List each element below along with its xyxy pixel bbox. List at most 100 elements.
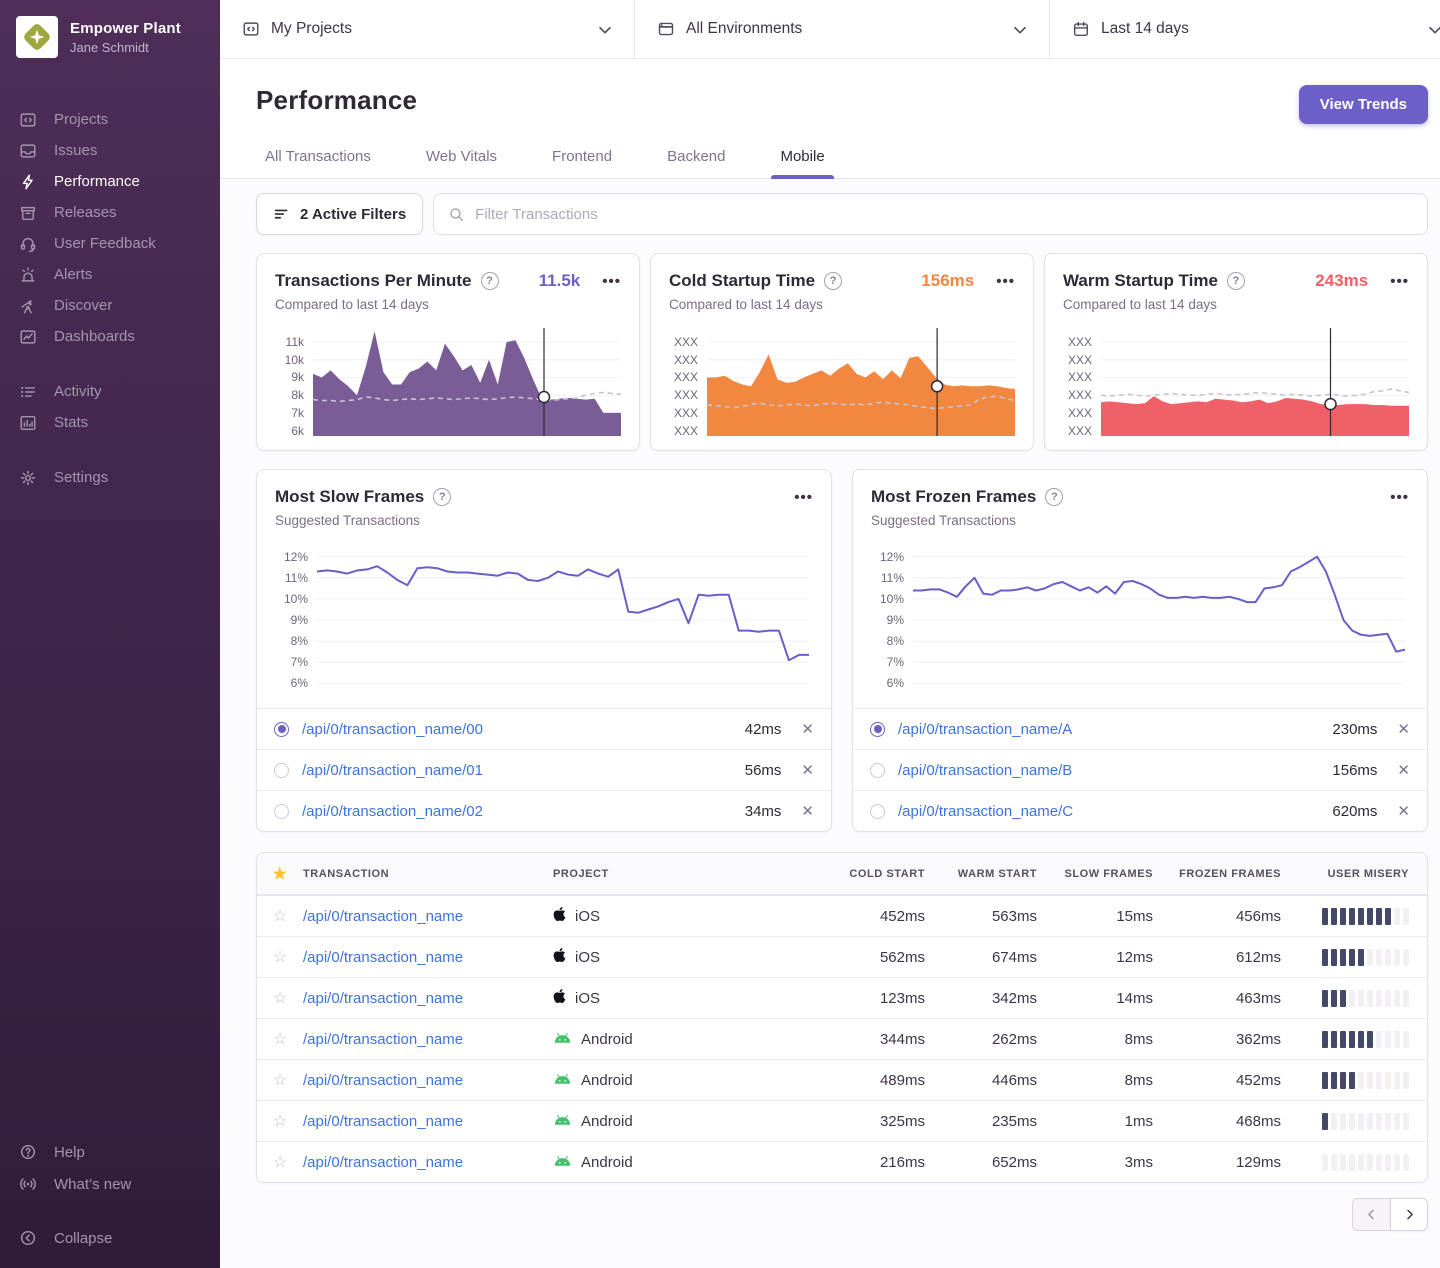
radio-button[interactable] [274,763,289,778]
misery-bar [1376,908,1382,925]
help-icon[interactable]: ? [481,272,499,290]
star-outline-icon[interactable]: ☆ [257,1070,303,1090]
ellipsis-menu-icon[interactable]: ••• [1390,489,1409,506]
misery-bar [1367,949,1373,966]
transaction-link[interactable]: /api/0/transaction_name/01 [302,762,483,779]
platform-label: iOS [575,949,600,966]
active-filters-button[interactable]: 2 Active Filters [256,193,423,235]
sidebar-item-stats[interactable]: Stats [0,407,220,438]
org-switcher[interactable]: Empower Plant Jane Schmidt [0,0,220,68]
sidebar-item-user-feedback[interactable]: User Feedback [0,228,220,259]
transaction-link[interactable]: /api/0/transaction_name/02 [302,803,483,820]
sidebar-item-projects[interactable]: Projects [0,104,220,135]
star-outline-icon[interactable]: ☆ [257,1029,303,1049]
table-row: ☆ /api/0/transaction_name Android 325ms … [257,1100,1427,1141]
transaction-link[interactable]: /api/0/transaction_name [303,1031,463,1048]
help-icon[interactable]: ? [433,488,451,506]
sidebar-item-what-s-new[interactable]: What’s new [0,1168,220,1200]
misery-bar [1376,1031,1382,1048]
ellipsis-menu-icon[interactable]: ••• [1390,273,1409,290]
radio-button[interactable] [870,804,885,819]
android-icon-wrap [553,1031,572,1048]
sidebar-item-alerts[interactable]: Alerts [0,259,220,290]
tab-mobile[interactable]: Mobile [771,148,833,178]
star-outline-icon[interactable]: ☆ [257,1152,303,1172]
help-icon[interactable]: ? [824,272,842,290]
close-icon[interactable]: ✕ [801,720,814,738]
ellipsis-menu-icon[interactable]: ••• [996,273,1015,290]
close-icon[interactable]: ✕ [1397,761,1410,779]
close-icon[interactable]: ✕ [1397,720,1410,738]
close-icon[interactable]: ✕ [1397,802,1410,820]
sidebar-item-activity[interactable]: Activity [0,376,220,407]
help-icon[interactable]: ? [1045,488,1063,506]
page-title: Performance [256,85,417,116]
transaction-link[interactable]: /api/0/transaction_name [303,1113,463,1130]
nav-group: ActivityStats [0,376,220,438]
transaction-link[interactable]: /api/0/transaction_name [303,990,463,1007]
y-tick-label: 7k [291,406,304,420]
org-name: Empower Plant [70,20,181,37]
sidebar-item-discover[interactable]: Discover [0,290,220,321]
transaction-link[interactable]: /api/0/transaction_name/A [898,721,1072,738]
ellipsis-menu-icon[interactable]: ••• [794,489,813,506]
cold-start-value: 216ms [813,1154,925,1171]
topbar-filter-last-14-days[interactable]: Last 14 days [1050,0,1440,58]
transaction-link[interactable]: /api/0/transaction_name [303,1154,463,1171]
help-icon[interactable]: ? [1227,272,1245,290]
transaction-list: /api/0/transaction_name/A 230ms ✕ /api/0… [853,708,1427,831]
tab-frontend[interactable]: Frontend [543,148,621,178]
search-box[interactable] [433,193,1428,235]
transaction-link[interactable]: /api/0/transaction_name/B [898,762,1072,779]
search-input[interactable] [475,206,1413,223]
sidebar-item-issues[interactable]: Issues [0,135,220,166]
frozen-frames-value: 362ms [1153,1031,1281,1048]
misery-bar [1403,1031,1409,1048]
sidebar-item-help[interactable]: Help [0,1136,220,1168]
radio-button[interactable] [274,722,289,737]
topbar-filter-my-projects[interactable]: My Projects [220,0,635,58]
transaction-link[interactable]: /api/0/transaction_name/C [898,803,1073,820]
tab-backend[interactable]: Backend [658,148,734,178]
misery-bar [1367,1072,1373,1089]
sidebar-item-performance[interactable]: Performance [0,166,220,197]
ellipsis-menu-icon[interactable]: ••• [602,273,621,290]
transaction-link[interactable]: /api/0/transaction_name/00 [302,721,483,738]
star-outline-icon[interactable]: ☆ [257,947,303,967]
radio-button[interactable] [870,722,885,737]
slow-frames-value: 12ms [1037,949,1153,966]
prev-page-button[interactable] [1352,1198,1390,1231]
frozen-frames-value: 452ms [1153,1072,1281,1089]
sidebar-item-releases[interactable]: Releases [0,197,220,228]
close-icon[interactable]: ✕ [801,802,814,820]
star-outline-icon[interactable]: ☆ [257,988,303,1008]
misery-bar [1403,990,1409,1007]
close-icon[interactable]: ✕ [801,761,814,779]
transaction-link[interactable]: /api/0/transaction_name [303,908,463,925]
tab-all-transactions[interactable]: All Transactions [256,148,380,178]
view-trends-button[interactable]: View Trends [1299,85,1428,124]
tab-web-vitals[interactable]: Web Vitals [417,148,506,178]
star-outline-icon[interactable]: ☆ [257,906,303,926]
col-project: PROJECT [553,868,813,880]
y-tick-label: XXX [1068,388,1092,402]
broadcast-icon [19,1175,37,1193]
radio-button[interactable] [870,763,885,778]
sidebar-item-collapse[interactable]: Collapse [0,1222,220,1254]
card-subtitle: Compared to last 14 days [669,297,1015,312]
sidebar: Empower Plant Jane Schmidt ProjectsIssue… [0,0,220,1268]
nav-group: Settings [0,462,220,493]
misery-bar [1322,908,1328,925]
sidebar-item-settings[interactable]: Settings [0,462,220,493]
transaction-link[interactable]: /api/0/transaction_name [303,949,463,966]
projects-icon [242,20,260,38]
star-icon[interactable]: ★ [257,864,303,884]
next-page-button[interactable] [1390,1198,1428,1231]
radio-button[interactable] [274,804,289,819]
sidebar-item-dashboards[interactable]: Dashboards [0,321,220,352]
star-outline-icon[interactable]: ☆ [257,1111,303,1131]
topbar-filter-all-environments[interactable]: All Environments [635,0,1050,58]
area-chart [1101,326,1409,436]
card-subtitle: Compared to last 14 days [275,297,621,312]
transaction-link[interactable]: /api/0/transaction_name [303,1072,463,1089]
